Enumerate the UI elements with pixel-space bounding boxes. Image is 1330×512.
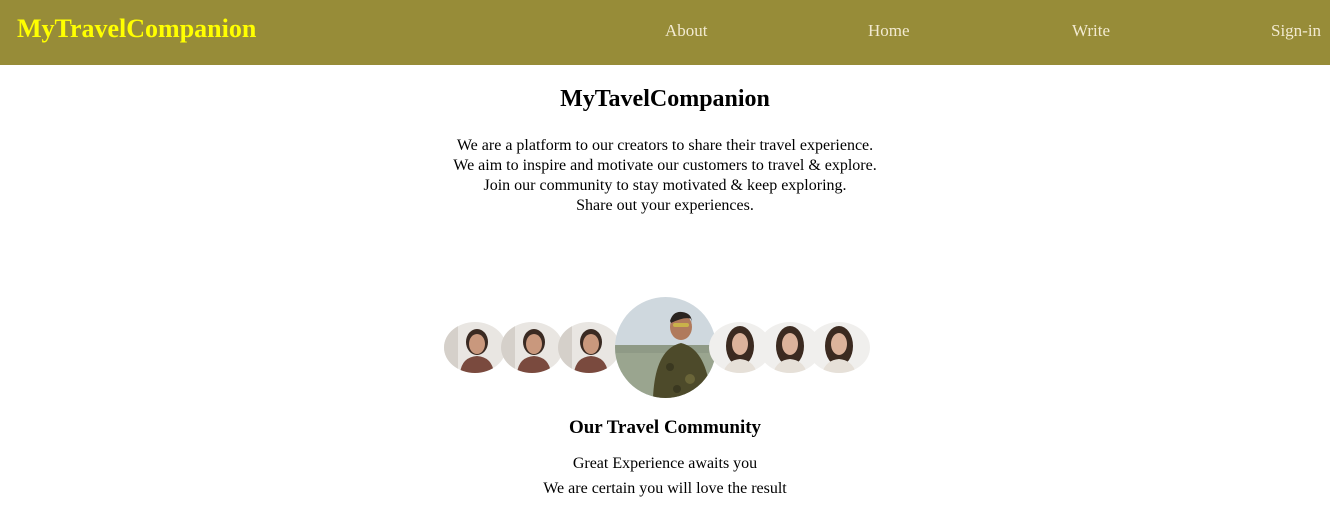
hero-line: We aim to inspire and motivate our custo… xyxy=(453,157,877,174)
navbar: MyTravelCompanion About Home Write Sign-… xyxy=(0,0,1330,65)
avatar-woman-photo[interactable] xyxy=(808,322,870,373)
brand-logo-link[interactable]: MyTravelCompanion xyxy=(17,14,256,44)
hero-line: Share out your experiences. xyxy=(576,197,754,214)
community-title: Our Travel Community xyxy=(568,417,762,438)
hero-line: We are a platform to our creators to sha… xyxy=(456,137,874,154)
nav-about-link[interactable]: About xyxy=(665,21,708,41)
community-avatars xyxy=(0,297,1330,398)
hero-title: MyTavelCompanion xyxy=(560,86,770,112)
hero-line: Join our community to stay motivated & k… xyxy=(483,177,847,194)
avatar-woman-photo[interactable] xyxy=(444,322,506,373)
community-tagline: Great Experience awaits you xyxy=(572,455,758,472)
avatar-man-photo[interactable] xyxy=(615,297,716,398)
nav-signin-link[interactable]: Sign-in xyxy=(1271,21,1321,41)
community-subtext: We are certain you will love the result xyxy=(543,480,787,497)
avatar-woman-photo[interactable] xyxy=(501,322,563,373)
nav-home-link[interactable]: Home xyxy=(868,21,910,41)
nav-write-link[interactable]: Write xyxy=(1072,21,1110,41)
avatar-woman-photo[interactable] xyxy=(558,322,620,373)
hero-description: We are a platform to our creators to sha… xyxy=(0,136,1330,216)
